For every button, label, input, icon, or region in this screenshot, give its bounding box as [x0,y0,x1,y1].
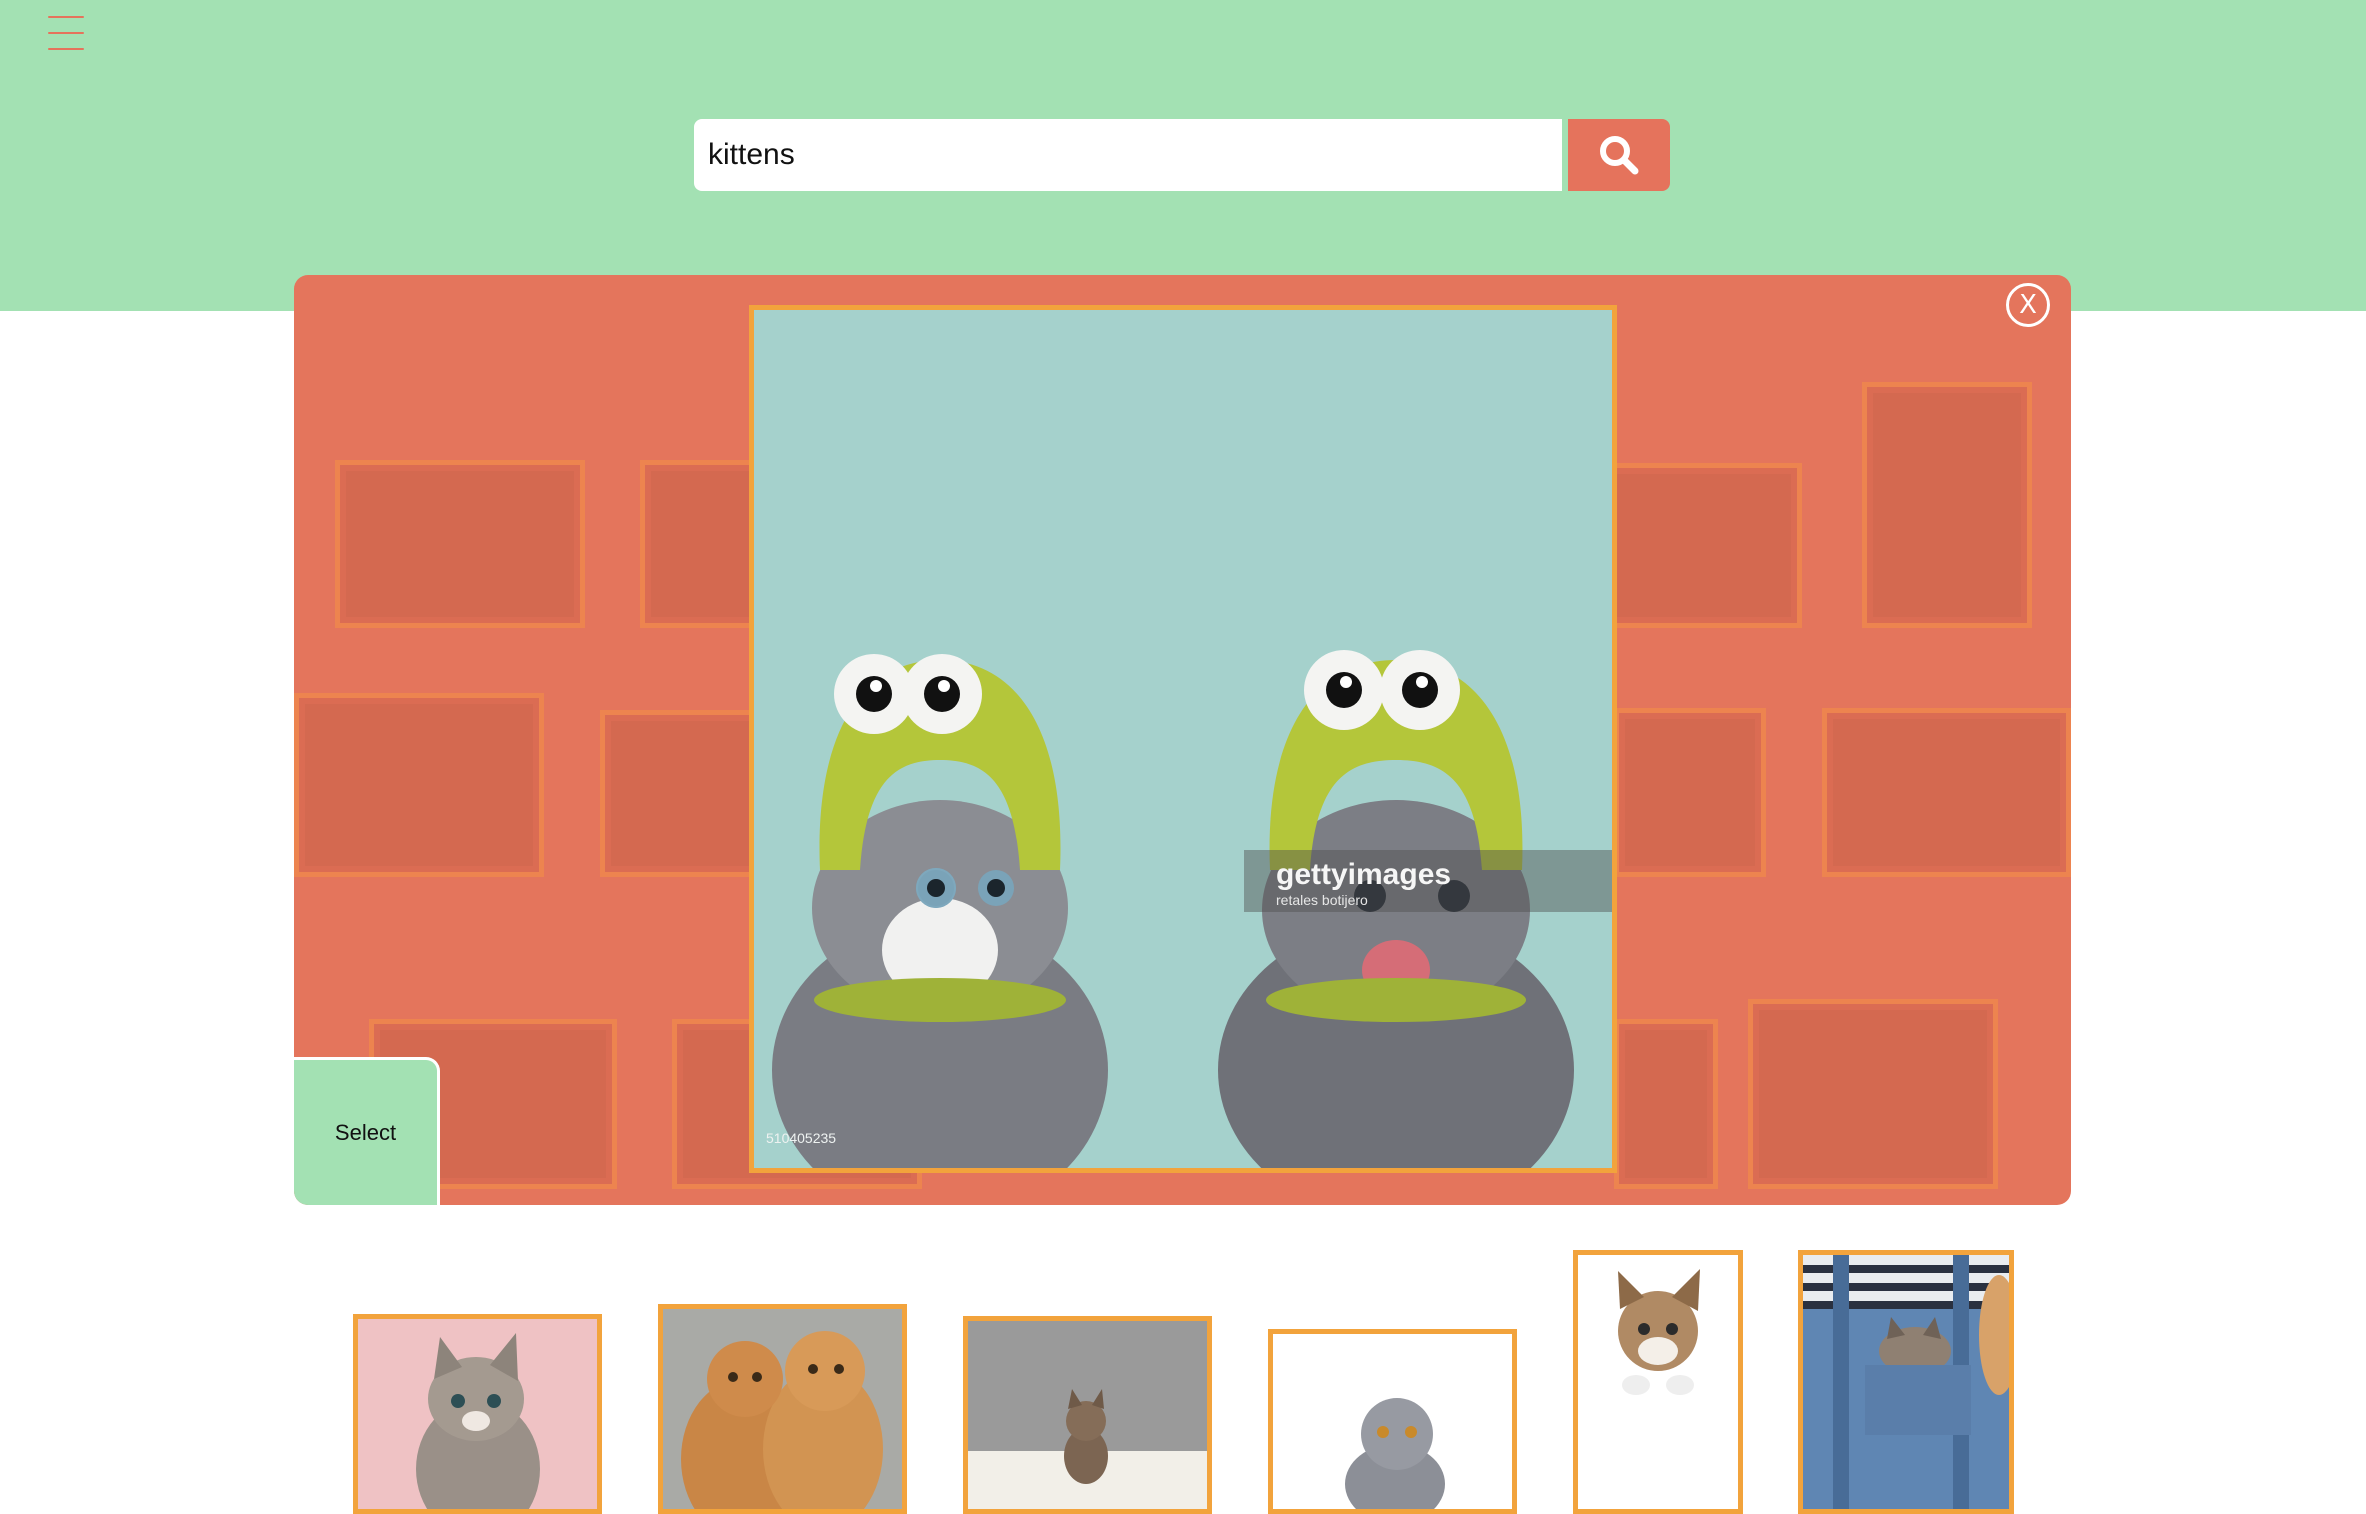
search-input[interactable] [694,119,1562,191]
image-preview-modal: gettyimages retales botijero 510405235 X… [294,275,2071,1205]
background-image [335,460,585,628]
thumbnail-image[interactable] [658,1304,907,1514]
thumbnail-grid [0,1240,2366,1514]
background-image [294,693,544,877]
background-image [600,710,760,877]
thumbnail-image[interactable] [1268,1329,1517,1514]
background-image [1862,382,2032,628]
thumbnail-image[interactable] [1798,1250,2014,1514]
header-bar [0,0,2366,311]
featured-image: gettyimages retales botijero 510405235 [749,305,1617,1173]
background-image [1748,999,1998,1189]
hamburger-menu-icon[interactable] [48,16,88,52]
watermark-credit: retales botijero [1276,892,1368,908]
watermark-brand: gettyimages [1276,858,1452,891]
search-icon [1600,136,1639,175]
background-image [1602,463,1802,628]
background-image [1614,708,1766,877]
image-id: 510405235 [766,1130,837,1146]
background-image [640,460,760,628]
thumbnail-image[interactable] [353,1314,602,1514]
background-image [1614,1019,1718,1189]
thumbnail-image[interactable] [963,1316,1212,1514]
search-button[interactable] [1568,119,1670,191]
close-button[interactable]: X [2006,283,2050,327]
select-button[interactable]: Select [294,1057,440,1205]
background-image [1822,708,2071,877]
thumbnail-image[interactable] [1573,1250,1743,1514]
